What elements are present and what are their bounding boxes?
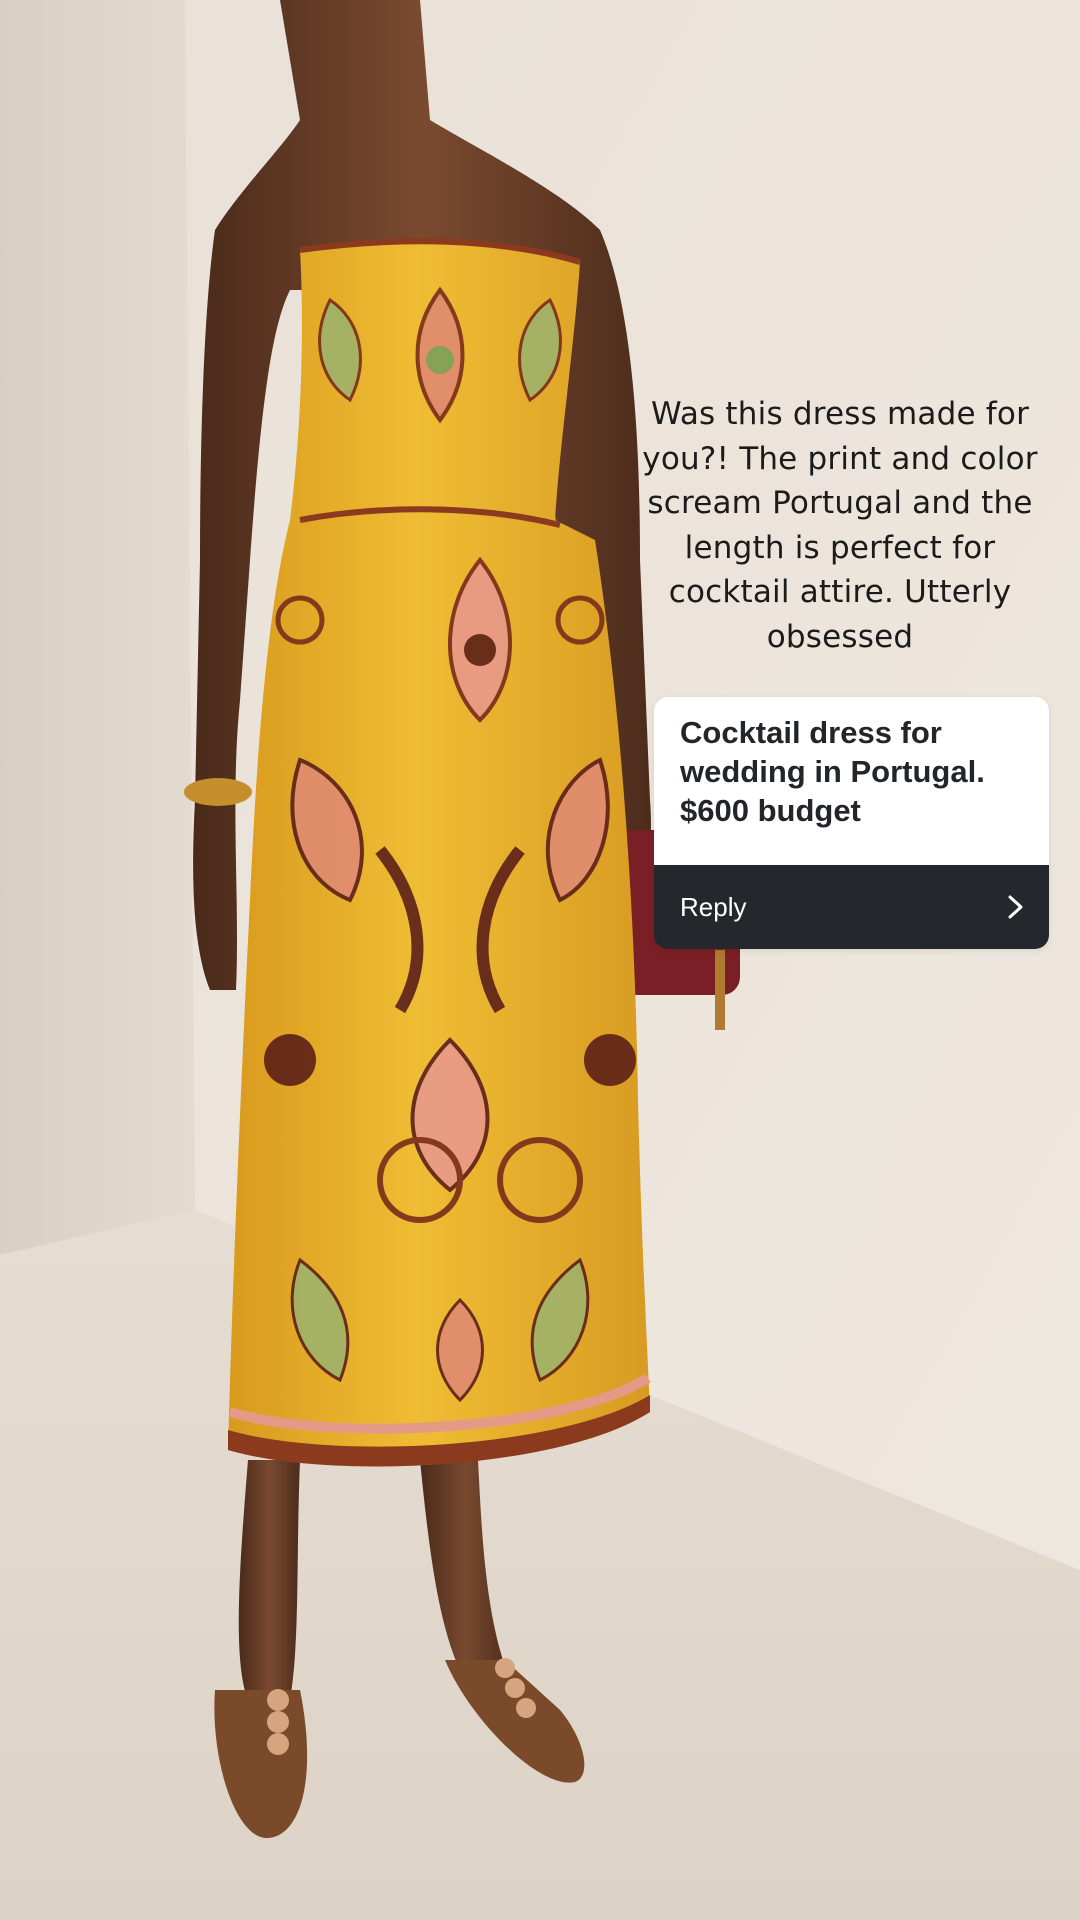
- story-caption-text: Was this dress made for you?! The print …: [642, 396, 1038, 655]
- chevron-right-icon: [1008, 895, 1023, 919]
- reply-label: Reply: [680, 891, 747, 922]
- question-sticker[interactable]: Cocktail dress for wedding in Portugal. …: [654, 697, 1049, 949]
- story-photo-background: [0, 0, 1080, 1920]
- left-wall: [0, 0, 195, 1255]
- question-text: Cocktail dress for wedding in Portugal. …: [654, 697, 1049, 865]
- reply-button[interactable]: Reply: [654, 865, 1049, 949]
